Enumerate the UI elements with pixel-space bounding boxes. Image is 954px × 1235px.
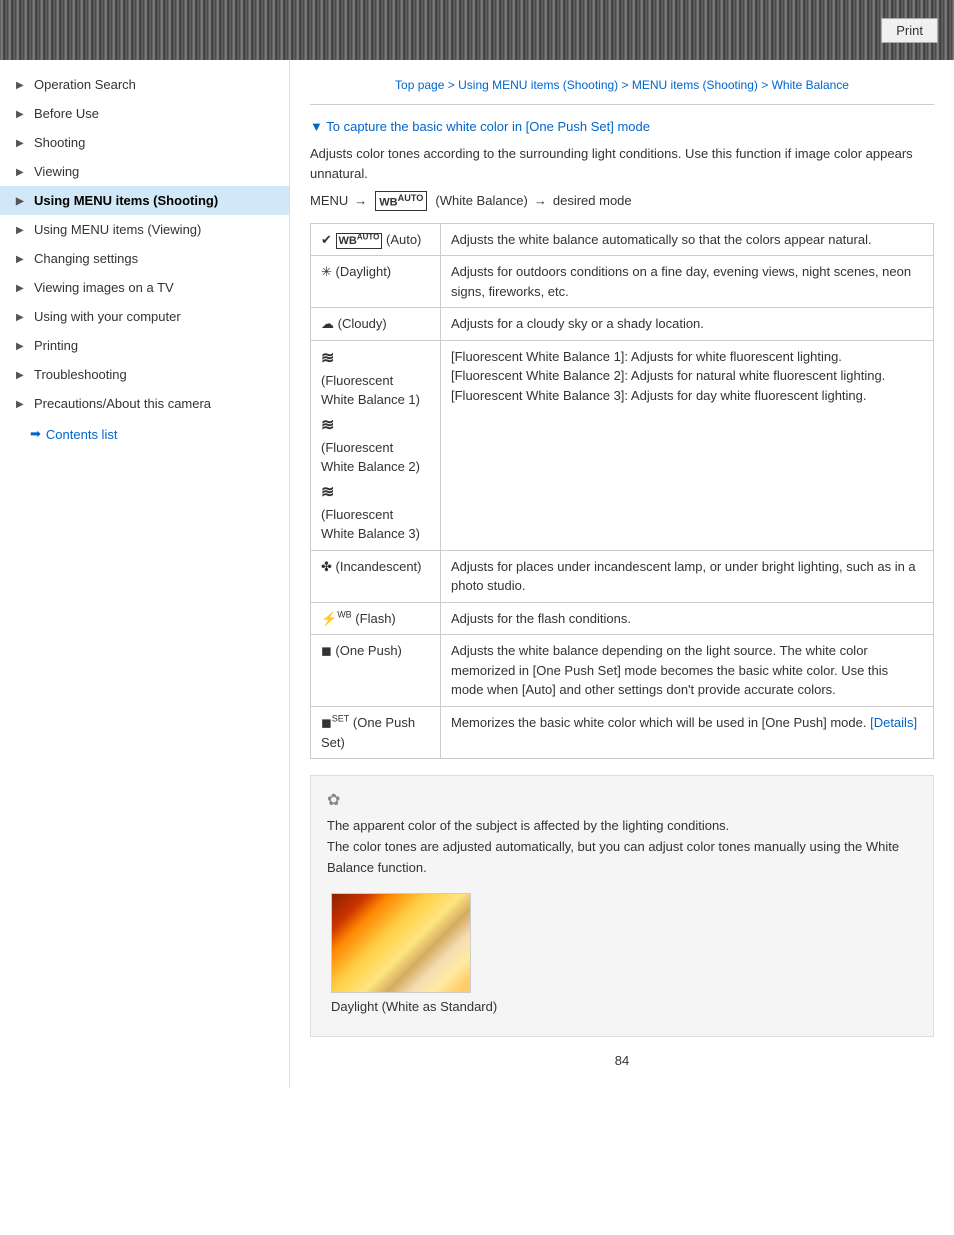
- table-row: ◼SET (One Push Set) Memorizes the basic …: [311, 706, 934, 758]
- intro-text: Adjusts color tones according to the sur…: [310, 144, 934, 183]
- image-caption: Daylight (White as Standard): [331, 999, 917, 1014]
- sidebar-item-operation-search[interactable]: ▶ Operation Search: [0, 70, 289, 99]
- table-cell-icon: ◼ (One Push): [311, 635, 441, 707]
- arrow-icon: ▶: [16, 370, 26, 380]
- sidebar-item-viewing[interactable]: ▶ Viewing: [0, 157, 289, 186]
- sidebar-item-changing-settings[interactable]: ▶ Changing settings: [0, 244, 289, 273]
- menu-path: MENU → WBAUTO (White Balance) → desired …: [310, 191, 934, 211]
- breadcrumb-level2[interactable]: MENU items (Shooting): [632, 78, 758, 92]
- table-row: ◼ (One Push) Adjusts the white balance d…: [311, 635, 934, 707]
- arrow-icon: ▶: [16, 254, 26, 264]
- wb-auto-icon: WBAUTO: [375, 191, 427, 211]
- sidebar-item-printing[interactable]: ▶ Printing: [0, 331, 289, 360]
- table-cell-icon: ✔ WBAUTO (Auto): [311, 223, 441, 256]
- sidebar-item-using-computer[interactable]: ▶ Using with your computer: [0, 302, 289, 331]
- separator: [310, 104, 934, 105]
- table-row: ✳ (Daylight) Adjusts for outdoors condit…: [311, 256, 934, 308]
- arrow-icon: ▶: [16, 80, 26, 90]
- tip-box: ✿ The apparent color of the subject is a…: [310, 775, 934, 1036]
- content-area: Top page > Using MENU items (Shooting) >…: [290, 60, 954, 1088]
- arrow-icon: ▶: [16, 225, 26, 235]
- page-number: 84: [310, 1053, 934, 1068]
- food-image: [331, 893, 471, 993]
- contents-list-link[interactable]: ➡ Contents list: [0, 418, 289, 450]
- breadcrumb-top[interactable]: Top page: [395, 78, 444, 92]
- image-container: Daylight (White as Standard): [327, 893, 917, 1014]
- table-row: ☁ (Cloudy) Adjusts for a cloudy sky or a…: [311, 308, 934, 341]
- breadcrumb-current: White Balance: [772, 78, 849, 92]
- main-layout: ▶ Operation Search ▶ Before Use ▶ Shooti…: [0, 60, 954, 1088]
- table-cell-desc: Adjusts the white balance automatically …: [441, 223, 934, 256]
- sidebar-item-shooting[interactable]: ▶ Shooting: [0, 128, 289, 157]
- table-cell-desc: Adjusts the white balance depending on t…: [441, 635, 934, 707]
- sidebar-item-precautions[interactable]: ▶ Precautions/About this camera: [0, 389, 289, 418]
- tip-text: The apparent color of the subject is aff…: [327, 816, 917, 878]
- table-row: ⚡WB (Flash) Adjusts for the flash condit…: [311, 602, 934, 635]
- arrow-icon: ▶: [16, 196, 26, 206]
- table-row: ≋(Fluorescent White Balance 1) ≋(Fluores…: [311, 340, 934, 550]
- arrow-icon: ▶: [16, 399, 26, 409]
- white-balance-table: ✔ WBAUTO (Auto) Adjusts the white balanc…: [310, 223, 934, 760]
- arrow-icon: ▶: [16, 312, 26, 322]
- arrow-icon: ▶: [16, 109, 26, 119]
- table-cell-desc: Adjusts for outdoors conditions on a fin…: [441, 256, 934, 308]
- table-cell-icon: ☁ (Cloudy): [311, 308, 441, 341]
- table-cell-desc: Memorizes the basic white color which wi…: [441, 706, 934, 758]
- sidebar-item-before-use[interactable]: ▶ Before Use: [0, 99, 289, 128]
- sidebar-item-using-menu-viewing[interactable]: ▶ Using MENU items (Viewing): [0, 215, 289, 244]
- arrow-icon: ▶: [16, 167, 26, 177]
- table-cell-icon: ≋(Fluorescent White Balance 1) ≋(Fluores…: [311, 340, 441, 550]
- table-cell-icon: ◼SET (One Push Set): [311, 706, 441, 758]
- sidebar: ▶ Operation Search ▶ Before Use ▶ Shooti…: [0, 60, 290, 1088]
- arrow-icon: ▶: [16, 283, 26, 293]
- tip-icon: ✿: [327, 790, 917, 810]
- header-bar: Print: [0, 0, 954, 60]
- print-button[interactable]: Print: [881, 18, 938, 43]
- table-cell-desc: [Fluorescent White Balance 1]: Adjusts f…: [441, 340, 934, 550]
- table-row: ✤ (Incandescent) Adjusts for places unde…: [311, 550, 934, 602]
- arrow-icon: ▶: [16, 341, 26, 351]
- breadcrumb: Top page > Using MENU items (Shooting) >…: [310, 78, 934, 92]
- table-cell-desc: Adjusts for places under incandescent la…: [441, 550, 934, 602]
- breadcrumb-level1[interactable]: Using MENU items (Shooting): [458, 78, 618, 92]
- table-cell-desc: Adjusts for the flash conditions.: [441, 602, 934, 635]
- table-cell-desc: Adjusts for a cloudy sky or a shady loca…: [441, 308, 934, 341]
- details-link[interactable]: [Details]: [870, 715, 917, 730]
- arrow-right-icon: ➡: [30, 426, 41, 442]
- section-heading: ▼ To capture the basic white color in [O…: [310, 119, 934, 134]
- table-cell-icon: ⚡WB (Flash): [311, 602, 441, 635]
- table-cell-icon: ✳ (Daylight): [311, 256, 441, 308]
- sidebar-item-troubleshooting[interactable]: ▶ Troubleshooting: [0, 360, 289, 389]
- table-cell-icon: ✤ (Incandescent): [311, 550, 441, 602]
- sidebar-item-using-menu-shooting[interactable]: ▶ Using MENU items (Shooting): [0, 186, 289, 215]
- sidebar-item-viewing-tv[interactable]: ▶ Viewing images on a TV: [0, 273, 289, 302]
- arrow-icon: ▶: [16, 138, 26, 148]
- table-row: ✔ WBAUTO (Auto) Adjusts the white balanc…: [311, 223, 934, 256]
